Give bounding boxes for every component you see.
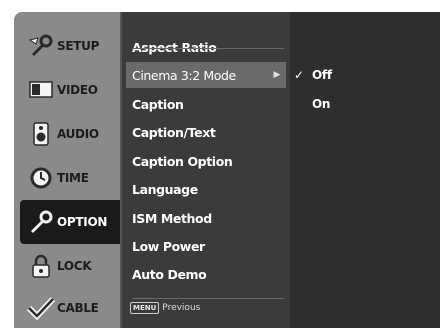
option-off[interactable]: ✓ Off (294, 62, 332, 88)
menu-item-caption-text[interactable]: Caption/Text (126, 119, 286, 145)
tab-option[interactable]: OPTION (20, 200, 124, 244)
chevron-right-icon: ▶ (273, 70, 280, 80)
menu-item-aspect-ratio[interactable]: Aspect Ratio (126, 34, 286, 60)
menu-item-ism-method[interactable]: ISM Method (126, 205, 286, 231)
menu-item-label: Auto Demo (132, 266, 207, 282)
menu-item-label: Caption (132, 96, 184, 112)
footer-hint: MENU Previous (130, 302, 200, 314)
menu-item-low-power[interactable]: Low Power (126, 233, 286, 259)
menu-item-cinema-32-mode[interactable]: Cinema 3:2 Mode ▶ (126, 62, 286, 88)
menu-item-label: Aspect Ratio (132, 39, 217, 55)
menu-item-label: Caption/Text (132, 124, 216, 140)
menu-divider (132, 298, 284, 299)
menu-item-label: Caption Option (132, 153, 233, 169)
footer-hint-text: Previous (162, 303, 201, 313)
menu-item-label: ISM Method (132, 210, 212, 226)
menu-item-caption-option[interactable]: Caption Option (126, 148, 286, 174)
tab-lock-label: LOCK (57, 259, 92, 273)
tab-time-label: TIME (57, 171, 89, 185)
lock-icon (26, 252, 56, 280)
checkmark-icon: ✓ (294, 68, 304, 82)
tab-setup-label: SETUP (57, 39, 100, 53)
setup-wrench-icon (26, 32, 56, 60)
menu-item-label: Cinema 3:2 Mode (132, 67, 236, 83)
tab-video-label: VIDEO (57, 83, 98, 97)
tab-lock[interactable]: LOCK (20, 244, 120, 288)
tab-cable[interactable]: CABLE (20, 286, 120, 328)
tab-audio-label: AUDIO (57, 127, 99, 141)
menu-divider (132, 48, 284, 49)
tab-setup[interactable]: SETUP (20, 24, 120, 68)
option-label: Off (312, 68, 332, 82)
option-label: On (312, 97, 331, 111)
menu-item-label: Low Power (132, 238, 205, 254)
menu-item-auto-demo[interactable]: Auto Demo (126, 261, 286, 287)
menu-item-caption[interactable]: Caption (126, 91, 286, 117)
video-tv-icon (26, 76, 56, 104)
tv-menu-window: SETUP VIDEO AUDIO TIME OPTION LOCK CABLE… (14, 12, 440, 328)
tab-audio[interactable]: AUDIO (20, 112, 120, 156)
option-menu-panel: Aspect Ratio Cinema 3:2 Mode ▶ Caption C… (120, 12, 290, 328)
tab-video[interactable]: VIDEO (20, 68, 120, 112)
time-clock-icon (26, 164, 56, 192)
audio-speaker-icon (26, 120, 56, 148)
tab-time[interactable]: TIME (20, 156, 120, 200)
menu-item-language[interactable]: Language (126, 176, 286, 202)
cable-check-icon (26, 294, 56, 322)
tab-option-label: OPTION (57, 215, 108, 229)
category-sidebar: SETUP VIDEO AUDIO TIME OPTION LOCK CABLE (20, 22, 124, 328)
menu-item-label: Language (132, 181, 198, 197)
option-wrench-icon (26, 208, 56, 236)
cinema-mode-submenu: ✓ Off On (290, 12, 440, 328)
option-on[interactable]: On (294, 91, 330, 117)
tab-cable-label: CABLE (57, 301, 99, 315)
menu-key-badge: MENU (130, 302, 160, 314)
